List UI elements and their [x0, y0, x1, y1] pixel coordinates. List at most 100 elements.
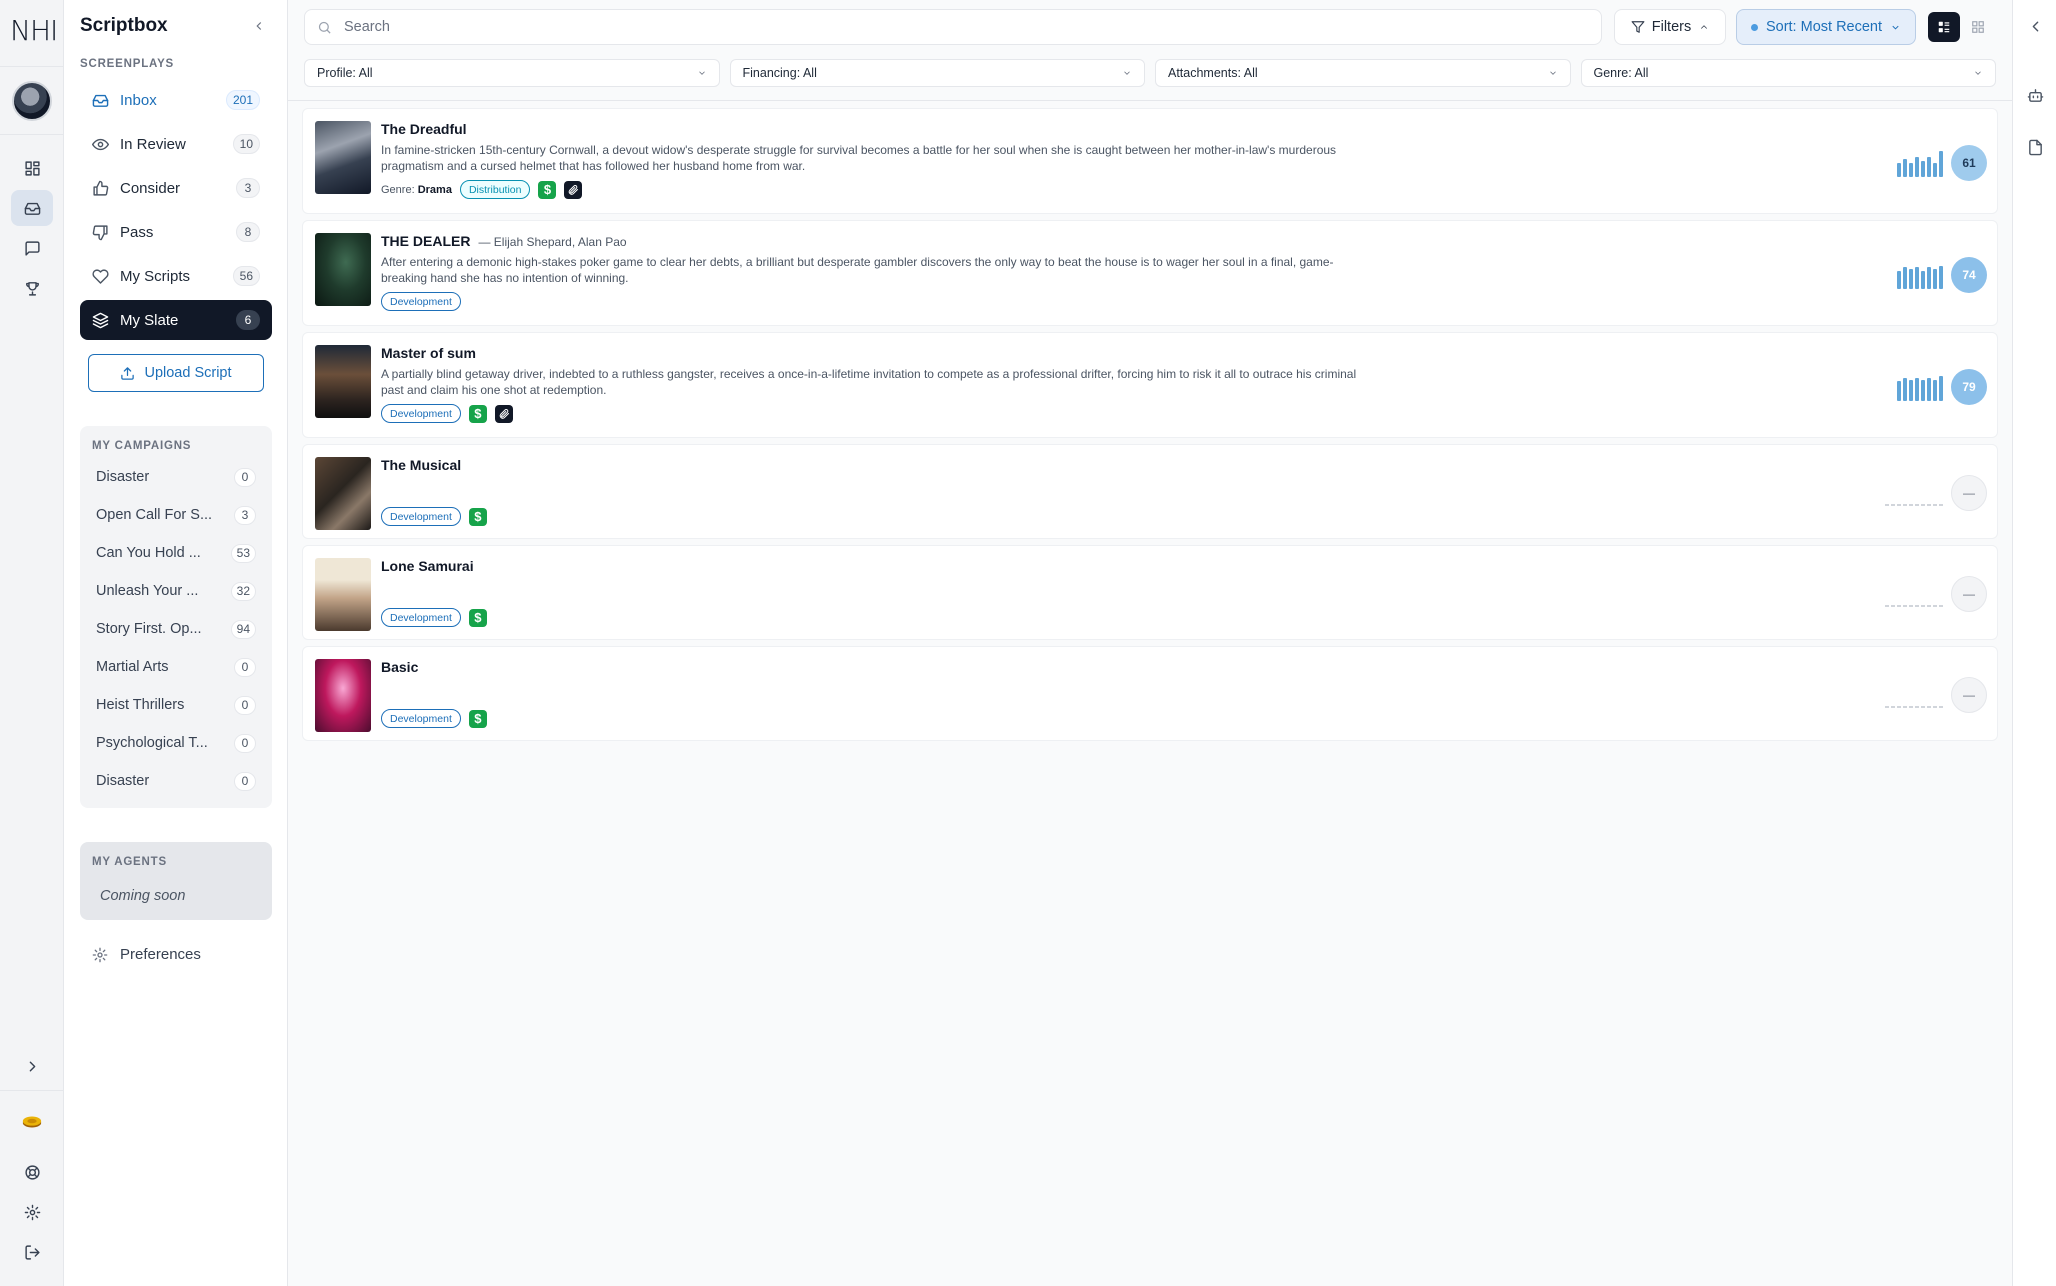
settings-button[interactable]	[11, 1194, 53, 1230]
notes-button[interactable]	[2023, 135, 2047, 159]
count-badge: 3	[234, 505, 256, 525]
sidebar-item-my-scripts[interactable]: My Scripts 56	[80, 256, 272, 296]
script-title[interactable]: THE DEALER	[381, 233, 470, 249]
collapse-sidebar-button[interactable]	[249, 16, 269, 36]
campaign-item[interactable]: Psychological T... 0	[88, 724, 264, 762]
scripts-inbox-button[interactable]	[11, 190, 53, 226]
script-card[interactable]: Master of sum A partially blind getaway …	[302, 332, 1998, 438]
campaign-item[interactable]: Open Call For S... 3	[88, 496, 264, 534]
score-bar	[1897, 271, 1901, 289]
chevron-down-icon	[1892, 25, 1899, 30]
sidebar-item-label: Consider	[120, 179, 181, 197]
script-title[interactable]: The Musical	[381, 457, 461, 473]
search-input[interactable]	[344, 19, 1544, 35]
campaign-item[interactable]: Martial Arts 0	[88, 648, 264, 686]
list-view-toggle[interactable]	[1928, 12, 1960, 42]
sidebar-item-in-review[interactable]: In Review 10	[80, 124, 272, 164]
grid-view-toggle[interactable]	[1962, 12, 1994, 42]
rail-divider	[0, 134, 64, 135]
avatar[interactable]	[12, 81, 52, 121]
script-card[interactable]: The Musical Development $ —	[302, 444, 1998, 539]
inbox-icon	[92, 94, 109, 107]
script-title[interactable]: Master of sum	[381, 345, 476, 361]
script-card[interactable]: THE DEALER — Elijah Shepard, Alan Pao Af…	[302, 220, 1998, 326]
count-badge: 0	[234, 467, 256, 487]
app-name: Scriptbox	[80, 15, 168, 36]
profile-filter-label: Profile: All	[317, 66, 373, 80]
score-badge: —	[1951, 576, 1987, 612]
credits-button[interactable]	[11, 1104, 53, 1140]
expand-rail-button[interactable]	[11, 1048, 53, 1084]
paperclip-icon	[499, 408, 509, 419]
score-bar	[1933, 380, 1937, 401]
sidebar-item-inbox[interactable]: Inbox 201	[80, 80, 272, 120]
logout-icon	[24, 1244, 40, 1260]
preferences-link[interactable]: Preferences	[92, 946, 201, 963]
chevron-right-icon	[29, 1061, 35, 1071]
stage-badge: Development	[381, 507, 461, 526]
campaign-list: Disaster 0 Open Call For S... 3 Can You Ho…	[88, 458, 264, 800]
script-info: Master of sum A partially blind getaway …	[381, 345, 1381, 423]
script-card[interactable]: Lone Samurai Development $ —	[302, 545, 1998, 640]
profile-filter[interactable]: Profile: All	[304, 59, 720, 87]
campaign-item[interactable]: Unleash Your ... 32	[88, 572, 264, 610]
score-bar	[1939, 266, 1943, 289]
campaign-item[interactable]: Disaster 0	[88, 762, 264, 800]
stage-badge: Development	[381, 608, 461, 627]
sort-dropdown[interactable]: Sort: Most Recent	[1736, 9, 1916, 45]
upload-script-button[interactable]: Upload Script	[88, 354, 264, 392]
campaign-item[interactable]: Can You Hold ... 53	[88, 534, 264, 572]
score-badge: —	[1951, 677, 1987, 713]
script-card[interactable]: The Dreadful In famine-stricken 15th-cen…	[302, 108, 1998, 214]
logout-button[interactable]	[11, 1234, 53, 1270]
messages-button[interactable]	[11, 230, 53, 266]
sidebar: Scriptbox SCREENPLAYS Inbox 201 In Revie…	[64, 0, 288, 1286]
script-title[interactable]: The Dreadful	[381, 121, 467, 137]
sort-indicator-dot	[1750, 23, 1758, 31]
script-tags: Development	[381, 292, 1381, 311]
help-button[interactable]	[11, 1154, 53, 1190]
script-tags: Development $	[381, 404, 1381, 423]
financing-filter[interactable]: Financing: All	[729, 59, 1145, 87]
attachments-filter[interactable]: Attachments: All	[1155, 59, 1571, 87]
trophy-icon	[25, 281, 39, 296]
sidebar-item-pass[interactable]: Pass 8	[80, 212, 272, 252]
score-bar	[1921, 161, 1925, 177]
score-bars	[1897, 375, 1943, 401]
empty-score-bars	[1885, 605, 1943, 607]
chevron-down-icon	[698, 71, 705, 75]
campaign-item[interactable]: Disaster 0	[88, 458, 264, 496]
campaign-item[interactable]: Heist Thrillers 0	[88, 686, 264, 724]
script-info: The Musical	[381, 457, 1381, 473]
poster-image	[315, 233, 371, 306]
upload-icon	[121, 366, 135, 380]
campaign-item[interactable]: Story First. Op... 94	[88, 610, 264, 648]
sidebar-item-my-slate[interactable]: My Slate 6	[80, 300, 272, 340]
coins-icon	[22, 1116, 42, 1128]
script-title[interactable]: Basic	[381, 659, 418, 675]
sidebar-item-consider[interactable]: Consider 3	[80, 168, 272, 208]
campaign-label: Can You Hold ...	[96, 545, 201, 561]
script-title[interactable]: Lone Samurai	[381, 558, 474, 574]
script-tags: Genre: Drama Distribution $	[381, 180, 1381, 199]
score-bar	[1921, 271, 1925, 289]
score-bar	[1933, 269, 1937, 289]
count-badge: 6	[236, 310, 260, 330]
filters-button[interactable]: Filters	[1614, 9, 1726, 45]
campaigns-panel: MY CAMPAIGNS Disaster 0 Open Call For S..…	[80, 426, 272, 808]
sidebar-item-label: Pass	[120, 223, 154, 241]
script-logline: A partially blind getaway driver, indebt…	[381, 367, 1357, 397]
awards-button[interactable]	[11, 270, 53, 306]
expand-panel-button[interactable]	[2023, 14, 2047, 38]
dashboard-button[interactable]	[11, 150, 53, 186]
genre-filter-label: Genre: All	[1593, 66, 1649, 80]
genre-filter[interactable]: Genre: All	[1580, 59, 1996, 87]
toolbar-divider	[288, 100, 2012, 101]
score-bar	[1939, 376, 1943, 401]
stage-badge: Development	[381, 404, 461, 423]
score-bar	[1915, 378, 1919, 401]
poster-image	[315, 345, 371, 418]
assistant-button[interactable]	[2023, 83, 2047, 107]
sidebar-item-label: My Scripts	[120, 267, 191, 285]
script-card[interactable]: Basic Development $ —	[302, 646, 1998, 741]
